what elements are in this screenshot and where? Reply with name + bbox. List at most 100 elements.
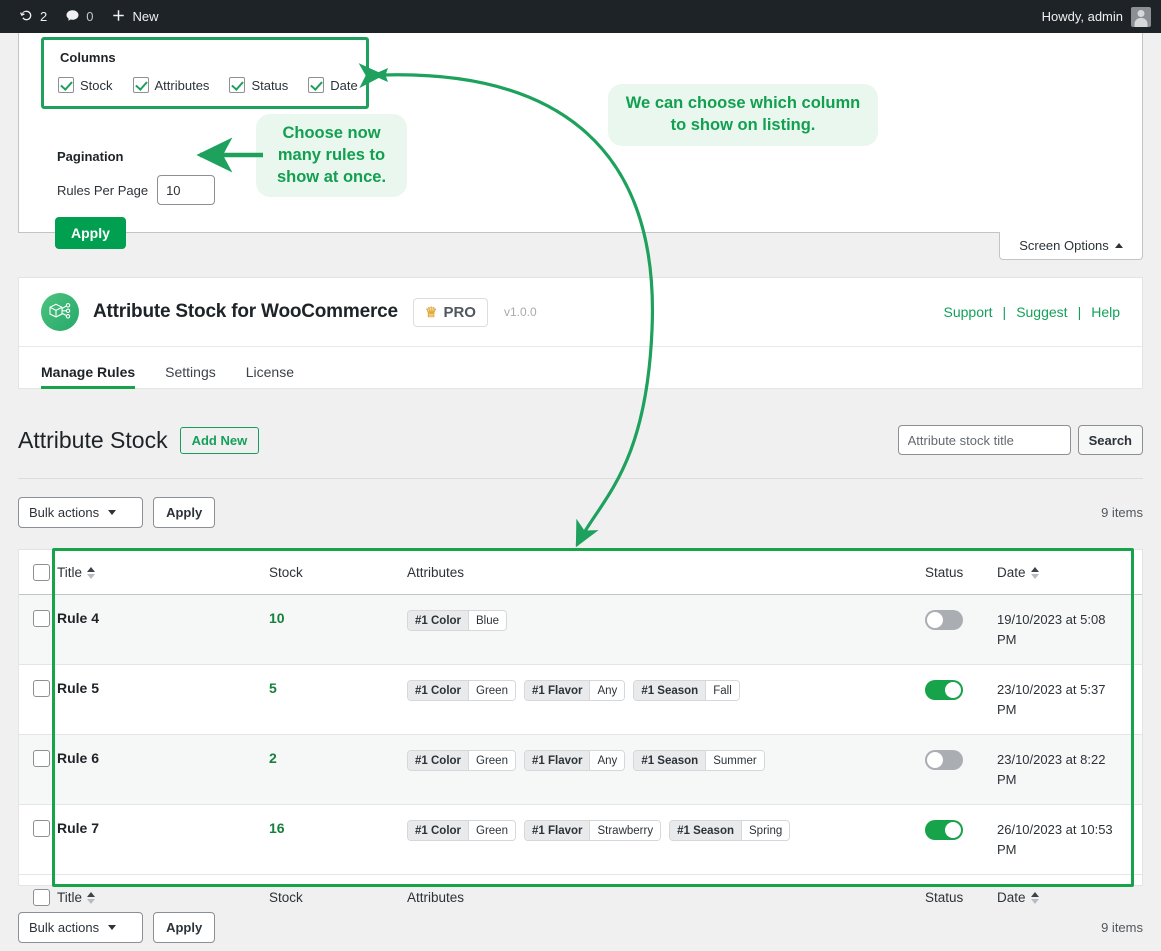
suggest-link[interactable]: Suggest	[1016, 304, 1067, 320]
table-header-row: Title Stock Attributes Status Date	[19, 550, 1142, 595]
row-title-cell: Rule 4	[57, 594, 269, 665]
rule-title[interactable]: Rule 6	[57, 750, 99, 766]
row-checkbox[interactable]	[33, 750, 50, 767]
row-status-cell	[925, 664, 997, 735]
table-row: Rule 4 10 #1 Color Blue 19/10/2023 at 5:…	[19, 594, 1142, 665]
row-date-cell: 26/10/2023 at 10:53 PM	[997, 804, 1142, 875]
attribute-pill: #1 Flavor Any	[523, 750, 626, 771]
updates-count: 2	[40, 9, 48, 24]
row-attributes-cell: #1 Color Green #1 Flavor Any #1 Season S…	[407, 734, 925, 805]
row-stock-cell: 5	[269, 664, 407, 735]
screenshot-root: 2 0 New Howdy, admin Columns Stock Attri…	[0, 0, 1161, 951]
column-label-stock: Stock	[80, 77, 113, 93]
comments-count: 0	[86, 9, 94, 24]
row-attributes-cell: #1 Color Green #1 Flavor Strawberry #1 S…	[407, 804, 925, 875]
rule-title[interactable]: Rule 5	[57, 680, 99, 696]
header-date[interactable]: Date	[997, 550, 1142, 595]
attribute-key: #1 Flavor	[524, 751, 591, 770]
columns-section-highlight: Columns Stock Attributes Status Date	[41, 37, 369, 109]
attribute-value: Any	[590, 681, 625, 700]
plugin-logo-icon	[41, 293, 79, 331]
help-link[interactable]: Help	[1091, 304, 1120, 320]
column-toggle-attributes[interactable]: Attributes	[132, 77, 209, 93]
stock-value: 5	[269, 680, 277, 696]
attribute-value: Spring	[742, 821, 790, 840]
attribute-key: #1 Flavor	[524, 821, 591, 840]
column-toggle-status[interactable]: Status	[229, 77, 288, 93]
attribute-pill-list: #1 Color Green #1 Flavor Any #1 Season S…	[407, 750, 925, 771]
screen-options-apply-button[interactable]: Apply	[55, 217, 126, 249]
sort-arrows-icon	[87, 891, 96, 904]
select-all-header	[19, 550, 57, 595]
search-form: Search	[897, 425, 1143, 455]
rule-title[interactable]: Rule 7	[57, 820, 99, 836]
row-date-cell: 19/10/2023 at 5:08 PM	[997, 594, 1142, 665]
search-button[interactable]: Search	[1077, 425, 1143, 455]
updates-menu-item[interactable]: 2	[10, 0, 56, 33]
search-input[interactable]	[897, 425, 1071, 455]
status-toggle[interactable]	[925, 680, 963, 700]
tab-license[interactable]: License	[246, 364, 294, 389]
rules-per-page-label: Rules Per Page	[57, 182, 149, 198]
checkbox-status[interactable]	[229, 77, 246, 93]
tab-settings[interactable]: Settings	[165, 364, 216, 389]
tablenav-bottom: Bulk actions Apply 9 items	[18, 912, 1143, 943]
bulk-actions-select-top[interactable]: Bulk actions	[18, 497, 144, 528]
header-attributes: Attributes	[407, 550, 925, 595]
footer-date-label: Date	[997, 890, 1026, 905]
row-checkbox[interactable]	[33, 610, 50, 627]
page-header-divider	[18, 478, 1143, 479]
add-new-button[interactable]: Add New	[179, 426, 260, 454]
columns-checkbox-row: Stock Attributes Status Date	[58, 77, 358, 93]
row-select-cell	[19, 734, 57, 805]
checkbox-stock[interactable]	[58, 77, 74, 93]
status-toggle[interactable]	[925, 820, 963, 840]
howdy-label[interactable]: Howdy, admin	[1042, 9, 1123, 24]
screen-options-tab[interactable]: Screen Options	[999, 232, 1143, 260]
row-checkbox[interactable]	[33, 680, 50, 697]
select-all-checkbox-footer[interactable]	[33, 889, 50, 906]
sort-arrows-icon	[1030, 891, 1039, 904]
date-value: 23/10/2023 at 5:37 PM	[997, 682, 1106, 717]
attribute-key: #1 Season	[634, 681, 707, 700]
avatar[interactable]	[1131, 6, 1151, 27]
attribute-key: #1 Flavor	[524, 681, 591, 700]
table-row: Rule 7 16 #1 Color Green #1 Flavor Straw…	[19, 804, 1142, 875]
admin-bar-left: 2 0 New	[0, 0, 167, 33]
bulk-actions-label-bottom: Bulk actions	[29, 920, 100, 935]
bulk-apply-button-bottom[interactable]: Apply	[153, 912, 216, 943]
row-select-cell	[19, 804, 57, 875]
checkbox-attributes[interactable]	[132, 77, 149, 93]
rule-title[interactable]: Rule 4	[57, 610, 99, 626]
bulk-apply-button-top[interactable]: Apply	[153, 497, 216, 528]
comments-menu-item[interactable]: 0	[56, 0, 102, 33]
tablenav-top: Bulk actions Apply 9 items	[18, 497, 1143, 528]
link-separator-1: |	[1002, 304, 1007, 320]
checkbox-date[interactable]	[308, 77, 325, 93]
attribute-pill: #1 Season Spring	[669, 820, 791, 841]
bulk-actions-label-top: Bulk actions	[29, 505, 100, 520]
stock-value: 10	[269, 610, 285, 626]
column-toggle-date[interactable]: Date	[308, 77, 358, 93]
tab-manage-rules[interactable]: Manage Rules	[41, 364, 136, 389]
sort-arrows-icon	[1030, 566, 1039, 579]
header-title[interactable]: Title	[57, 550, 269, 595]
bulk-actions-select-bottom[interactable]: Bulk actions	[18, 912, 144, 943]
attribute-value: Green	[469, 751, 515, 770]
new-content-menu-item[interactable]: New	[102, 0, 167, 33]
row-checkbox[interactable]	[33, 820, 50, 837]
chevron-down-icon	[108, 925, 117, 930]
plus-icon	[111, 8, 126, 26]
attribute-key: #1 Season	[634, 751, 707, 770]
row-status-cell	[925, 734, 997, 805]
rules-per-page-row: Rules Per Page	[57, 175, 216, 205]
rules-per-page-input[interactable]	[157, 175, 216, 205]
sync-icon	[19, 8, 34, 26]
status-toggle[interactable]	[925, 750, 963, 770]
select-all-checkbox[interactable]	[33, 564, 50, 581]
row-select-cell	[19, 594, 57, 665]
status-toggle[interactable]	[925, 610, 963, 630]
column-toggle-stock[interactable]: Stock	[58, 77, 113, 93]
support-link[interactable]: Support	[944, 304, 993, 320]
crown-icon: ♕	[424, 304, 438, 320]
